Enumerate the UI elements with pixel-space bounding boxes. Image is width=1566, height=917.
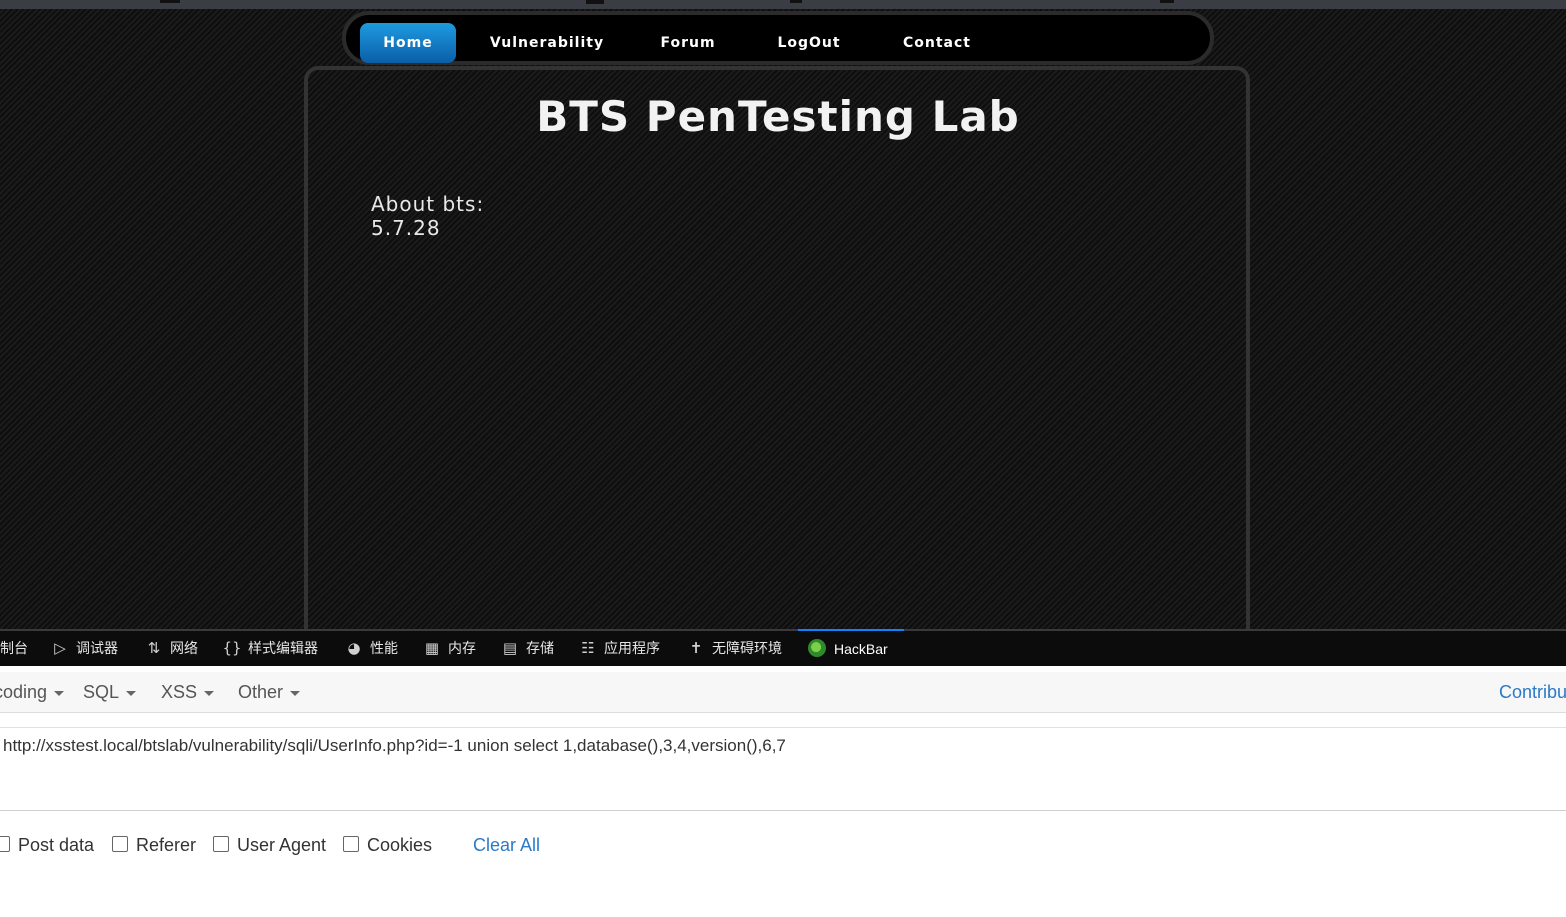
performance-tab-label: 性能 [370, 640, 398, 656]
tab-memory[interactable]: ▦ 内存 [422, 631, 476, 666]
menu-sql[interactable]: SQL [83, 672, 137, 712]
menu-xss-label: XSS [161, 682, 198, 702]
referer-label: Referer [136, 835, 197, 855]
chevron-down-icon [290, 690, 301, 696]
chevron-down-icon [126, 690, 137, 696]
url-input[interactable]: http://xsstest.local/btslab/vulnerabilit… [0, 727, 1566, 811]
checkbox-box[interactable] [112, 836, 128, 853]
tab-storage[interactable]: ▤ 存储 [500, 631, 554, 666]
page-title: BTS PenTesting Lab [536, 92, 1020, 141]
content-panel [304, 66, 1250, 629]
tab-network[interactable]: ⇅ 网络 [144, 631, 198, 666]
debugger-tab-label: 调试器 [76, 640, 118, 656]
clear-all-button[interactable]: Clear All [473, 834, 540, 856]
application-icon: ☷ [581, 639, 595, 657]
tab-console[interactable]: 控制台 [0, 631, 28, 666]
nav-logout[interactable]: LogOut [770, 23, 848, 63]
checkbox-box[interactable] [343, 836, 359, 853]
cookies-label: Cookies [367, 835, 433, 855]
nav-home[interactable]: Home [360, 23, 456, 63]
menu-xss[interactable]: XSS [161, 672, 215, 712]
performance-icon: ◕ [347, 639, 361, 657]
menu-other[interactable]: Other [238, 672, 301, 712]
menu-sql-label: SQL [83, 682, 120, 702]
network-icon: ⇅ [147, 639, 161, 657]
accessibility-icon: ✝ [689, 639, 703, 657]
tab-application[interactable]: ☷ 应用程序 [578, 631, 660, 666]
menu-other-label: Other [238, 682, 284, 702]
style-editor-tab-label: 样式编辑器 [248, 640, 318, 656]
hackbar-logo-icon [808, 639, 826, 658]
nav-vulnerability[interactable]: Vulnerability [488, 23, 606, 63]
tab-style-editor[interactable]: {} 样式编辑器 [222, 631, 318, 666]
tab-hackbar[interactable]: HackBar [798, 629, 904, 666]
about-label: About bts: [371, 192, 485, 216]
memory-tab-label: 内存 [448, 640, 476, 656]
hackbar-menu-bar: Encoding SQL XSS Other Contribute [0, 672, 1566, 713]
checkbox-box[interactable] [0, 836, 10, 853]
style-editor-icon: {} [222, 639, 242, 657]
cookies-checkbox[interactable]: Cookies [343, 834, 432, 856]
chevron-down-icon [54, 690, 65, 696]
hackbar-tab-label: HackBar [834, 641, 888, 657]
checkbox-box[interactable] [213, 836, 229, 853]
network-tab-label: 网络 [170, 640, 198, 656]
menu-encoding-label: Encoding [0, 682, 48, 702]
user-agent-checkbox[interactable]: User Agent [213, 834, 326, 856]
post-data-label: Post data [18, 835, 95, 855]
storage-icon: ▤ [502, 639, 518, 657]
chevron-down-icon [204, 690, 215, 696]
tab-performance[interactable]: ◕ 性能 [344, 631, 398, 666]
browser-top-strip [0, 0, 1566, 9]
debugger-icon: ▷ [54, 639, 66, 657]
accessibility-tab-label: 无障碍环境 [712, 640, 782, 656]
storage-tab-label: 存储 [526, 640, 554, 656]
memory-icon: ▦ [424, 639, 440, 657]
user-agent-label: User Agent [237, 835, 327, 855]
nav-contact[interactable]: Contact [896, 23, 978, 63]
contribute-link[interactable]: Contribute [1499, 672, 1566, 712]
nav-forum[interactable]: Forum [654, 23, 722, 63]
website-viewport: Home Vulnerability Forum LogOut Contact … [0, 0, 1566, 629]
post-data-checkbox[interactable]: Post data [0, 834, 94, 856]
referer-checkbox[interactable]: Referer [112, 834, 196, 856]
devtools-tab-bar: 控制台 ▷ 调试器 ⇅ 网络 {} 样式编辑器 ◕ 性能 ▦ 内存 ▤ 存储 ☷ 应用程序 ✝… [0, 629, 1566, 666]
application-tab-label: 应用程序 [604, 640, 660, 656]
tab-accessibility[interactable]: ✝ 无障碍环境 [686, 631, 782, 666]
menu-encoding[interactable]: Encoding [0, 672, 65, 712]
about-value: 5.7.28 [371, 216, 441, 240]
console-tab-label: 控制台 [0, 640, 28, 656]
tab-debugger[interactable]: ▷ 调试器 [50, 631, 118, 666]
